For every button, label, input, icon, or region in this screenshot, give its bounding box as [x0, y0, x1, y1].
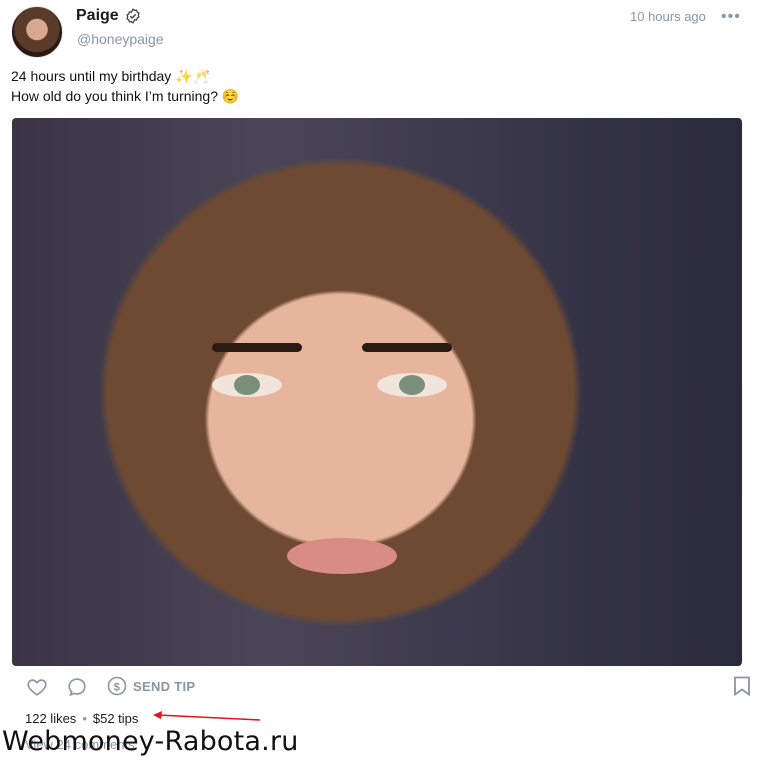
dollar-circle-icon: $ — [107, 676, 127, 696]
annotation-arrow — [153, 711, 261, 721]
watermark: Webmoney-Rabota.ru — [2, 726, 299, 757]
post-text-line-1-text: 24 hours until my birthday — [11, 68, 172, 84]
photo-lips — [287, 538, 397, 574]
comment-bubble-icon[interactable] — [66, 676, 88, 698]
heart-icon[interactable] — [26, 676, 48, 698]
author-handle[interactable]: @honeypaige — [77, 31, 164, 47]
avatar[interactable] — [11, 6, 63, 58]
svg-text:$: $ — [114, 681, 120, 693]
more-horizontal-icon[interactable]: ••• — [721, 8, 741, 26]
tips-count[interactable]: $52 tips — [93, 711, 139, 726]
post-photo[interactable] — [12, 118, 742, 666]
post-text-line-1: 24 hours until my birthday ✨🥂 — [11, 66, 239, 86]
author-name[interactable]: Paige — [76, 7, 119, 25]
photo-eyes — [212, 343, 482, 413]
post-timestamp: 10 hours ago — [630, 9, 706, 24]
send-tip-label: SEND TIP — [133, 678, 196, 694]
sparkles-emoji: ✨🥂 — [175, 68, 211, 84]
stats-separator: • — [82, 711, 87, 726]
post-text: 24 hours until my birthday ✨🥂 How old do… — [11, 66, 239, 106]
feed-post: Paige @honeypaige 10 hours ago ••• 24 ho… — [0, 0, 758, 760]
smiling-emoji: ☺️ — [221, 88, 240, 104]
bookmark-icon[interactable] — [733, 676, 751, 696]
author-row: Paige — [76, 7, 141, 25]
verified-check-icon — [126, 8, 140, 24]
post-text-line-2-text: How old do you think I’m turning? — [11, 88, 218, 104]
post-text-line-2: How old do you think I’m turning? ☺️ — [11, 86, 239, 106]
send-tip-button[interactable]: $ SEND TIP — [107, 676, 195, 696]
post-stats: 122 likes • $52 tips — [25, 711, 138, 726]
likes-count[interactable]: 122 likes — [25, 711, 76, 726]
